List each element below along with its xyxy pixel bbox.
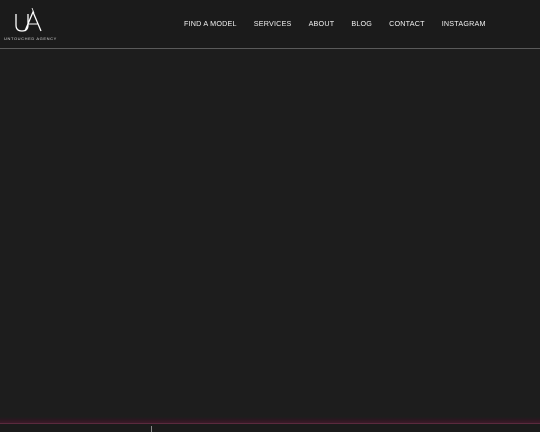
nav-link-find-a-model[interactable]: FIND A MODEL xyxy=(184,19,237,28)
nav-link-about[interactable]: ABOUT xyxy=(309,19,335,28)
nav-link-instagram[interactable]: INSTAGRAM xyxy=(442,19,486,28)
nav-link-contact[interactable]: CONTACT xyxy=(389,19,425,28)
site-header: UNTOUCHED AGENCY FIND A MODEL SERVICES A… xyxy=(0,0,540,49)
ua-logo-mark-icon xyxy=(15,8,42,32)
nav-item-contact: CONTACT xyxy=(389,19,425,28)
site-footer xyxy=(0,424,540,432)
main-nav: FIND A MODEL SERVICES ABOUT BLOG CONTACT… xyxy=(184,19,486,28)
nav-link-blog[interactable]: BLOG xyxy=(351,19,372,28)
main-content-area xyxy=(0,49,540,417)
nav-item-about: ABOUT xyxy=(309,19,335,28)
nav-item-blog: BLOG xyxy=(351,19,372,28)
nav-link-services[interactable]: SERVICES xyxy=(254,19,292,28)
brand-logo[interactable]: UNTOUCHED AGENCY xyxy=(4,8,57,42)
brand-caption: UNTOUCHED AGENCY xyxy=(4,36,57,41)
nav-item-find-a-model: FIND A MODEL xyxy=(184,19,237,28)
nav-item-instagram: INSTAGRAM xyxy=(442,19,486,28)
footer-divider xyxy=(151,426,152,432)
nav-item-services: SERVICES xyxy=(254,19,292,28)
